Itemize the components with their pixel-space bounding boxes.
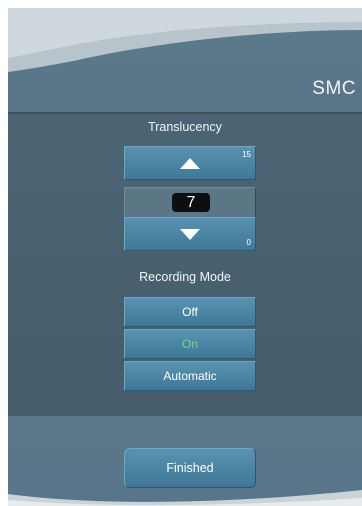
header: SMC <box>8 8 362 112</box>
translucency-value-display: 7 <box>124 187 256 218</box>
arrow-down-icon <box>180 228 200 240</box>
translucency-label: Translucency <box>148 120 222 134</box>
arrow-up-icon <box>180 157 200 169</box>
page-title: SMC <box>312 78 356 99</box>
recording-mode-on-button[interactable]: On <box>124 329 256 359</box>
footer: Finished <box>8 416 362 506</box>
header-swoosh-decoration <box>8 8 362 72</box>
recording-mode-automatic-button[interactable]: Automatic <box>124 361 256 391</box>
translucency-value: 7 <box>172 193 210 212</box>
recording-mode-off-button[interactable]: Off <box>124 297 256 327</box>
smc-panel: SMC Translucency 15 7 0 Recording Mode O… <box>8 8 362 506</box>
translucency-min-label: 0 <box>246 238 251 247</box>
translucency-decrease-button[interactable]: 0 <box>124 217 256 251</box>
recording-mode-label: Recording Mode <box>139 270 231 284</box>
finished-button[interactable]: Finished <box>124 448 256 488</box>
translucency-max-label: 15 <box>242 150 251 159</box>
translucency-increase-button[interactable]: 15 <box>124 146 256 180</box>
